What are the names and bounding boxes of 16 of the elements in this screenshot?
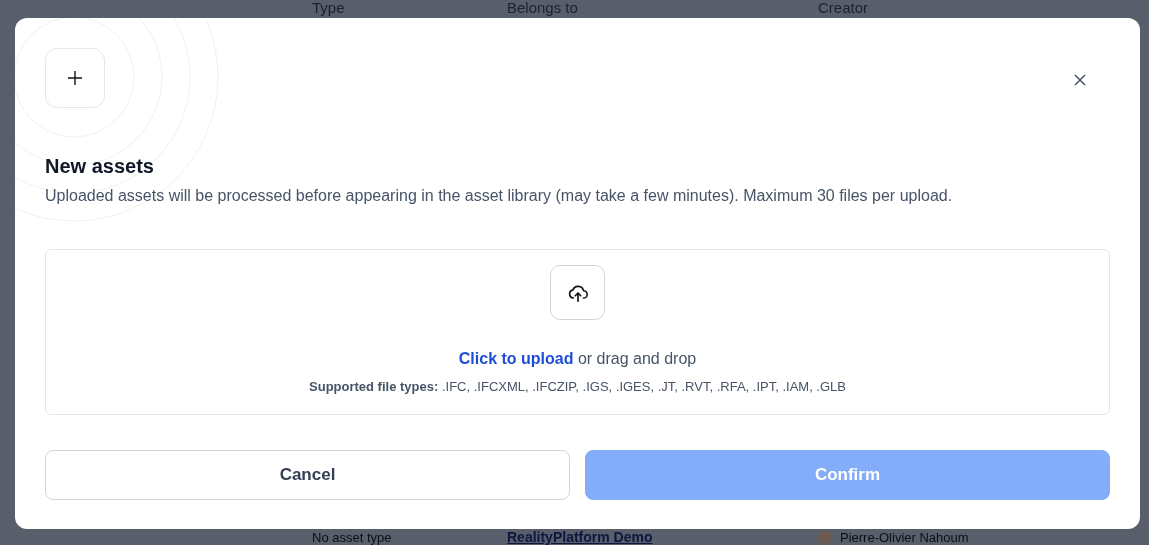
dialog-description: Uploaded assets will be processed before appearing in the asset library (may take a few minutes). Maximum 30 files per upload.: [45, 186, 954, 206]
drag-and-drop-text: or drag and drop: [577, 350, 697, 367]
upload-dropzone[interactable]: Click to upload or drag and drop Supported file types: .IFC, .IFCXML, .IFCZIP, .IGS, .IGES, .JT, .RVT, .RFA, .IPT, .IAM, .GLB: [45, 249, 1110, 415]
plus-icon: [67, 70, 83, 86]
asset-type-text: No asset type: [312, 530, 393, 545]
cancel-button[interactable]: Cancel: [45, 450, 570, 500]
supported-types-list: .IFC, .IFCXML, .IFCZIP, .IGS, .IGES, .JT, .RVT, .RFA, .IPT, .IAM, .GLB: [441, 379, 846, 394]
column-header: Type: [312, 0, 346, 18]
close-icon: [1074, 74, 1086, 86]
column-header: Belongs to: [507, 0, 579, 18]
column-header: Creator: [818, 0, 870, 18]
dialog-title: New assets: [45, 154, 155, 178]
click-to-upload-link[interactable]: Click to upload: [458, 350, 574, 367]
avatar: [818, 530, 832, 545]
creator-name: Pierre-Olivier Nahoum: [840, 530, 969, 545]
supported-types-label: Supported file types:: [309, 379, 439, 394]
